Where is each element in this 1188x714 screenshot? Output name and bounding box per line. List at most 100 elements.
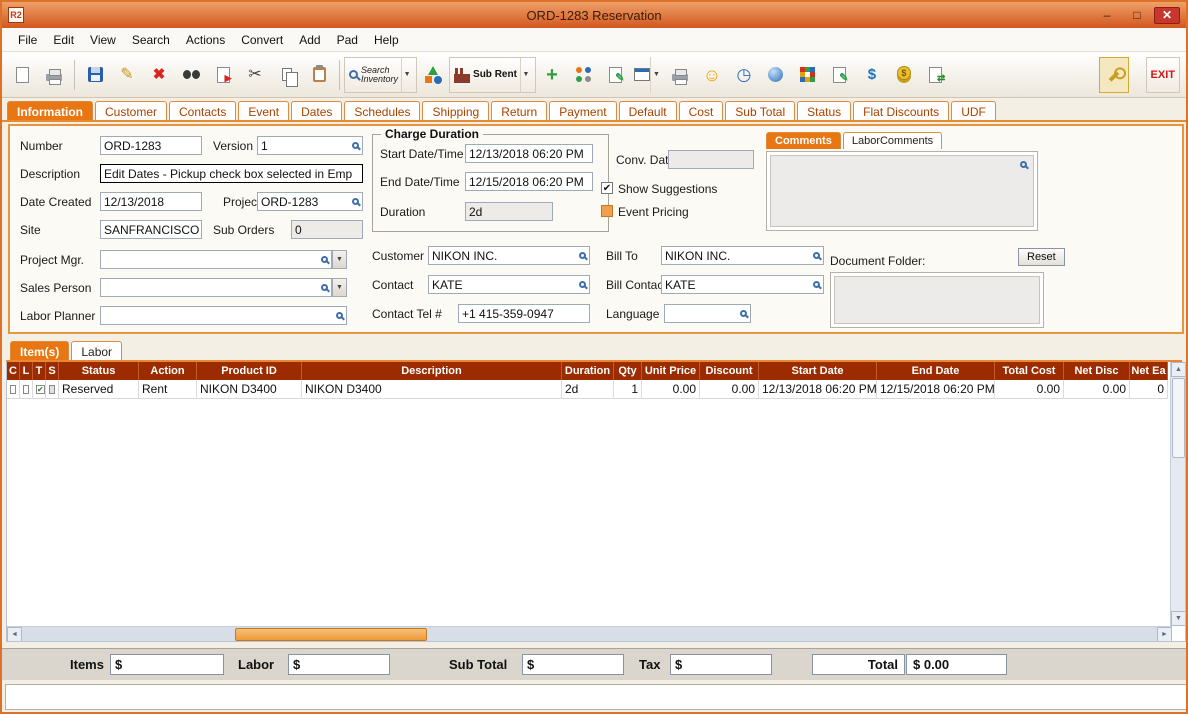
sub-orders-field[interactable]: 0 [291,220,363,239]
total-value-field[interactable]: $ 0.00 [906,654,1007,675]
save-button[interactable] [80,57,110,93]
menu-file[interactable]: File [10,30,45,50]
chevron-down-icon[interactable]: ▼ [520,57,531,93]
delete-button[interactable]: ✖ [144,57,174,93]
col-total-cost[interactable]: Total Cost [995,362,1064,380]
menu-pad[interactable]: Pad [329,30,366,50]
contact-tel-field[interactable]: +1 415-359-0947 [458,304,590,323]
col-net-ea[interactable]: Net Ea [1130,362,1168,380]
row-status[interactable]: Reserved [59,380,139,399]
menu-search[interactable]: Search [124,30,178,50]
chevron-down-icon[interactable]: ▼ [401,57,412,93]
smiley-button[interactable]: ☺ [697,57,727,93]
col-description[interactable]: Description [302,362,562,380]
search-icon[interactable] [352,142,359,149]
sales-person-field[interactable] [100,278,332,297]
vertical-scrollbar[interactable]: ▲ ▼ [1170,362,1185,626]
horizontal-scroll-thumb[interactable] [235,628,427,641]
row-c-cell[interactable] [7,380,20,399]
paste-button[interactable] [304,57,334,93]
col-s[interactable]: S [46,362,59,380]
search-icon[interactable] [740,310,747,317]
tab-status[interactable]: Status [797,101,851,122]
version-field[interactable]: 1 [257,136,363,155]
scroll-left-icon[interactable]: ◄ [7,627,22,642]
sub-rent-button[interactable]: Sub Rent ▼ [449,57,536,93]
print-document-button[interactable] [665,57,695,93]
vertical-scroll-thumb[interactable] [1172,378,1185,458]
document-folder-box[interactable] [830,272,1044,328]
row-qty[interactable]: 1 [614,380,642,399]
col-product-id[interactable]: Product ID [197,362,302,380]
menu-edit[interactable]: Edit [45,30,82,50]
end-datetime-field[interactable]: 12/15/2018 06:20 PM [465,172,593,191]
row-net-disc[interactable]: 0.00 [1064,380,1130,399]
calendar-button[interactable]: ▼ [633,57,663,93]
search-inventory-button[interactable]: SearchInventory ▼ [344,57,417,93]
globe-button[interactable] [761,57,791,93]
col-status[interactable]: Status [59,362,139,380]
tab-default[interactable]: Default [619,101,677,122]
money-button[interactable]: $ [889,57,919,93]
comments-box[interactable] [766,151,1038,231]
search-icon[interactable] [352,198,359,205]
table-row[interactable]: ✔ Reserved Rent NIKON D3400 NIKON D3400 … [7,380,1168,399]
chevron-down-icon[interactable]: ▼ [650,57,661,93]
row-end-date[interactable]: 12/15/2018 06:20 PM [877,380,995,399]
row-l-cell[interactable] [20,380,33,399]
search-icon[interactable] [579,281,586,288]
tab-return[interactable]: Return [491,101,547,122]
row-product-id[interactable]: NIKON D3400 [197,380,302,399]
project-mgr-field[interactable] [100,250,332,269]
show-suggestions-checkbox[interactable]: ✔ [601,182,613,194]
description-field[interactable]: Edit Dates - Pickup check box selected i… [100,164,363,183]
edit-note-button[interactable]: ✎ [601,57,631,93]
scroll-right-icon[interactable]: ► [1157,627,1172,642]
row-start-date[interactable]: 12/13/2018 06:20 PM [759,380,877,399]
labor-planner-field[interactable] [100,306,347,325]
tab-contacts[interactable]: Contacts [169,101,236,122]
event-pricing-checkbox[interactable] [601,205,613,217]
scroll-up-icon[interactable]: ▲ [1171,362,1186,377]
project-mgr-dropdown[interactable]: ▼ [332,250,347,269]
row-action[interactable]: Rent [139,380,197,399]
labor-total-field[interactable]: $ [288,654,390,675]
search-icon[interactable] [813,252,820,259]
menu-convert[interactable]: Convert [233,30,291,50]
tax-field[interactable]: $ [670,654,772,675]
col-action[interactable]: Action [139,362,197,380]
tab-schedules[interactable]: Schedules [344,101,420,122]
menu-help[interactable]: Help [366,30,407,50]
key-tool-button[interactable] [1099,57,1129,93]
col-duration[interactable]: Duration [562,362,614,380]
tab-udf[interactable]: UDF [951,101,996,122]
col-start-date[interactable]: Start Date [759,362,877,380]
number-field[interactable]: ORD-1283 [100,136,202,155]
row-discount[interactable]: 0.00 [700,380,759,399]
history-button[interactable]: ◷ [729,57,759,93]
minimize-button[interactable]: – [1094,7,1120,24]
find-button[interactable] [176,57,206,93]
row-description[interactable]: NIKON D3400 [302,380,562,399]
row-s-cell[interactable] [46,380,59,399]
shapes-button[interactable] [418,57,448,93]
date-created-field[interactable]: 12/13/2018 [100,192,202,211]
conv-date-field[interactable] [668,150,754,169]
close-button[interactable]: ✕ [1154,7,1180,24]
col-end-date[interactable]: End Date [877,362,995,380]
tab-labor-comments[interactable]: LaborComments [843,132,942,149]
items-total-field[interactable]: $ [110,654,224,675]
language-field[interactable] [664,304,751,323]
tab-sub-total[interactable]: Sub Total [725,101,795,122]
duration-field[interactable]: 2d [465,202,553,221]
row-net-ea[interactable]: 0 [1130,380,1168,399]
bill-contact-field[interactable]: KATE [661,275,824,294]
copy-button[interactable] [272,57,302,93]
project-field[interactable]: ORD-1283 [257,192,363,211]
col-l[interactable]: L [20,362,33,380]
menu-actions[interactable]: Actions [178,30,233,50]
search-icon[interactable] [579,252,586,259]
horizontal-scrollbar[interactable]: ◄ ► [7,626,1172,641]
new-document-button[interactable] [7,57,37,93]
sheet-edit-button[interactable]: ✎ [825,57,855,93]
